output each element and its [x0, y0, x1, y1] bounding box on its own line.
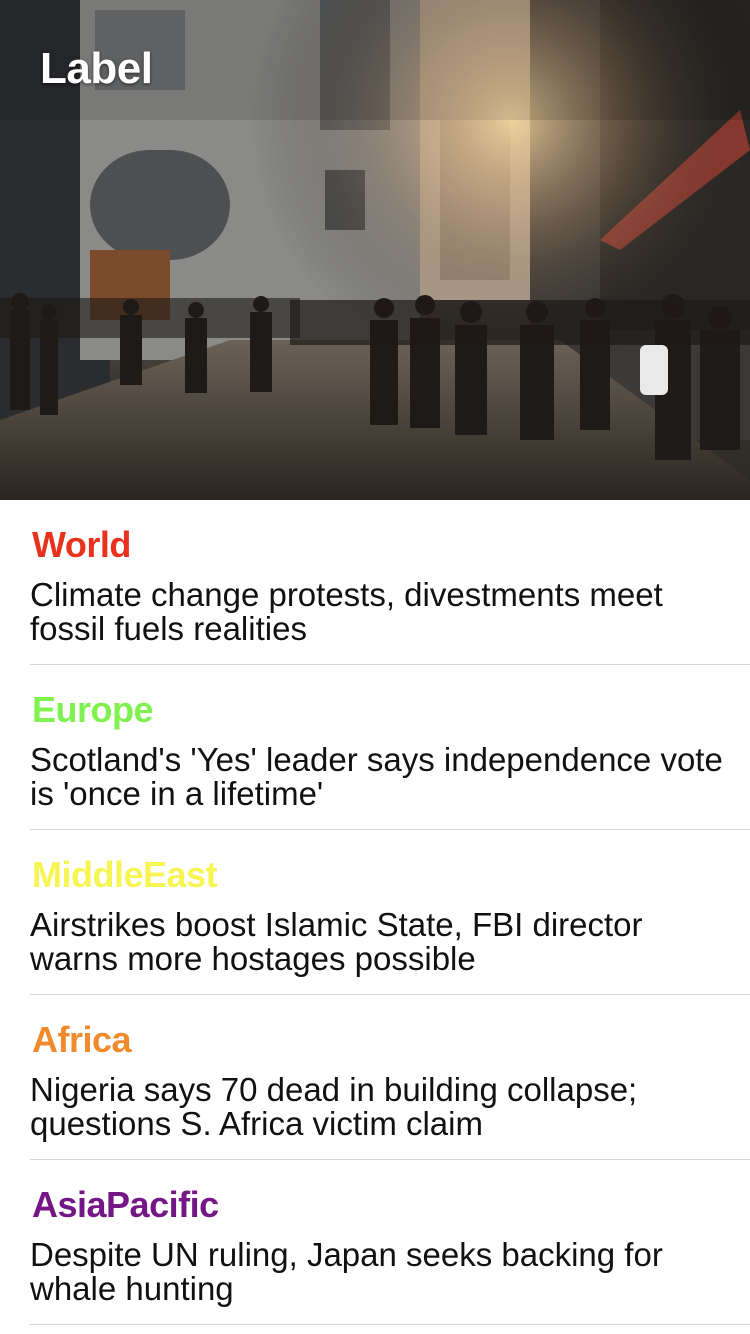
- article-headline: Scotland's 'Yes' leader says independenc…: [30, 743, 723, 812]
- category-label-world: World: [32, 524, 131, 565]
- article-headline: Climate change protests, divestments mee…: [30, 578, 663, 647]
- article-headline: Nigeria says 70 dead in building collaps…: [30, 1073, 638, 1142]
- article-middleeast[interactable]: MiddleEast Airstrikes boost Islamic Stat…: [30, 830, 750, 995]
- category-label-europe: Europe: [32, 689, 154, 730]
- news-feed: World Climate change protests, divestmen…: [0, 500, 750, 1325]
- article-africa[interactable]: Africa Nigeria says 70 dead in building …: [30, 995, 750, 1160]
- article-world[interactable]: World Climate change protests, divestmen…: [30, 500, 750, 665]
- page-title: Label: [40, 44, 153, 93]
- category-label-asiapacific: AsiaPacific: [32, 1184, 219, 1225]
- category-label-middleeast: MiddleEast: [32, 854, 218, 895]
- article-headline: Despite UN ruling, Japan seeks backing f…: [30, 1238, 663, 1307]
- category-label-africa: Africa: [32, 1019, 132, 1060]
- article-headline: Airstrikes boost Islamic State, FBI dire…: [30, 908, 643, 977]
- article-europe[interactable]: Europe Scotland's 'Yes' leader says inde…: [30, 665, 750, 830]
- hero-image: Label: [0, 0, 750, 500]
- article-asiapacific[interactable]: AsiaPacific Despite UN ruling, Japan see…: [30, 1160, 750, 1325]
